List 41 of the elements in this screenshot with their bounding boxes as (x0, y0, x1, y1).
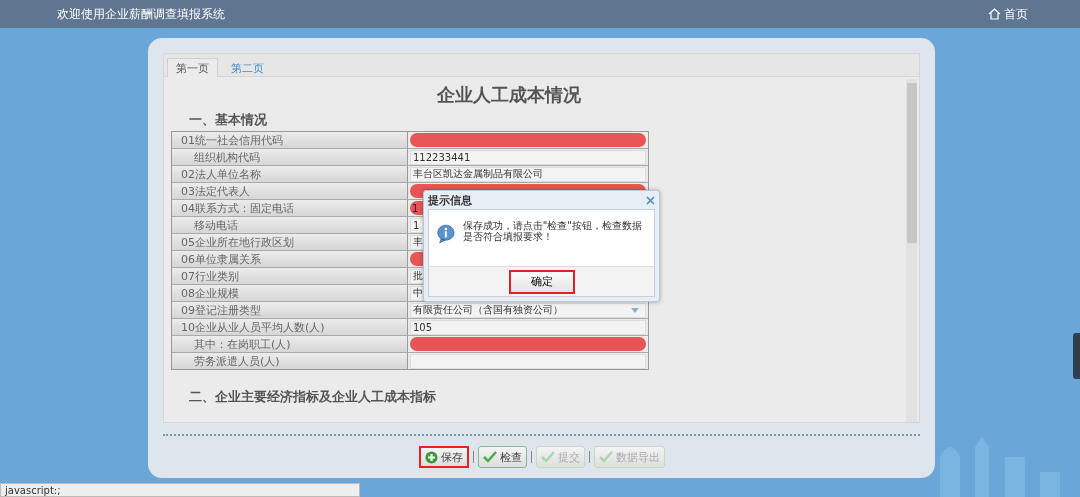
field-label: 10企业从业人员平均人数(人) (172, 319, 408, 335)
input-field[interactable]: 105 (410, 319, 646, 335)
toolbar-button[interactable]: 检查 (477, 446, 527, 468)
field-label: 02法人单位名称 (172, 166, 408, 182)
input-field[interactable]: 有限责任公司（含国有独资公司） (410, 302, 646, 318)
field-label: 01统一社会信用代码 (172, 132, 408, 148)
input-field[interactable]: 丰台区凯达金属制品有限公司 (410, 166, 646, 182)
field-label: 08企业规模 (172, 285, 408, 301)
redacted-field[interactable] (410, 133, 646, 147)
section-heading: 二、企业主要经济指标及企业人工成本指标 (189, 388, 436, 406)
field-label: 09登记注册类型 (172, 302, 408, 318)
field-label: 03法定代表人 (172, 183, 408, 199)
plus-icon (424, 450, 438, 464)
input-field[interactable] (410, 353, 646, 369)
check-icon (598, 451, 613, 463)
section-heading: 一、基本情况 (189, 111, 267, 129)
toolbar-button[interactable]: 保存 (418, 446, 469, 468)
field-label: 04联系方式：固定电话 (172, 200, 408, 216)
dialog-message: 保存成功，请点击"检查"按钮，检查数据是否符合填报要求！ (462, 220, 643, 244)
field-label: 05企业所在地行政区划 (172, 234, 408, 250)
status-bar: javascript:; (0, 483, 360, 497)
page-tab[interactable]: 第一页 (167, 58, 218, 77)
field-label: 劳务派遣人员(人) (172, 353, 408, 369)
input-field[interactable]: 112233441 (410, 149, 646, 165)
field-label: 06单位隶属关系 (172, 251, 408, 267)
field-label: 其中：在岗职工(人) (172, 336, 408, 352)
field-label: 移动电话 (172, 217, 408, 233)
redacted-field[interactable] (410, 337, 646, 351)
close-icon[interactable] (646, 195, 655, 205)
home-link[interactable]: 首页 (988, 5, 1028, 23)
confirm-button[interactable]: 确定 (508, 269, 575, 294)
check-icon (540, 451, 555, 463)
check-icon (482, 451, 497, 463)
dialog-title: 提示信息 (428, 192, 472, 208)
form-title: 企业人工成本情况 (435, 83, 582, 107)
field-label: 组织机构代码 (172, 149, 408, 165)
header-title: 欢迎使用企业薪酬调查填报系统 (57, 5, 225, 23)
field-label: 07行业类别 (172, 268, 408, 284)
scrollbar[interactable] (906, 79, 917, 422)
side-widget-icon[interactable] (1073, 333, 1080, 379)
home-icon (988, 8, 1001, 20)
